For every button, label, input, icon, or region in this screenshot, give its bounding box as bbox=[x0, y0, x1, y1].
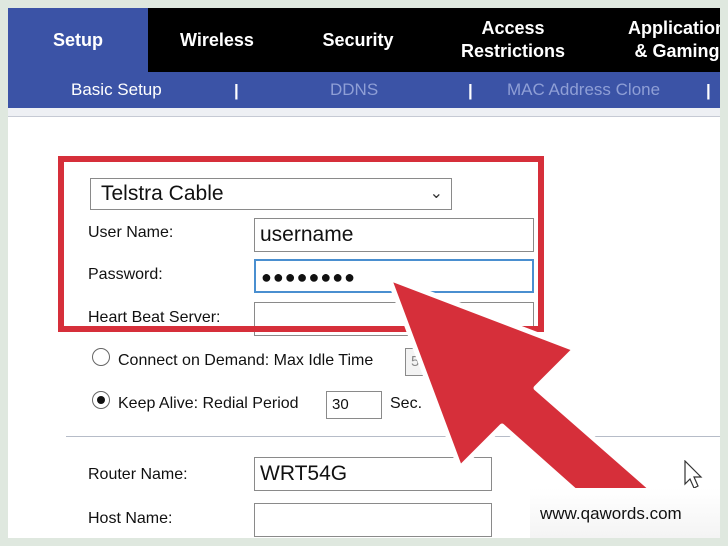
router-setup-page: Setup Wireless Security Access Restricti… bbox=[8, 8, 720, 538]
mouse-cursor-icon bbox=[684, 460, 703, 489]
watermark-panel: www.qawords.com bbox=[530, 488, 720, 538]
pointer-arrow-icon bbox=[386, 275, 676, 538]
watermark-text: www.qawords.com bbox=[540, 504, 682, 523]
